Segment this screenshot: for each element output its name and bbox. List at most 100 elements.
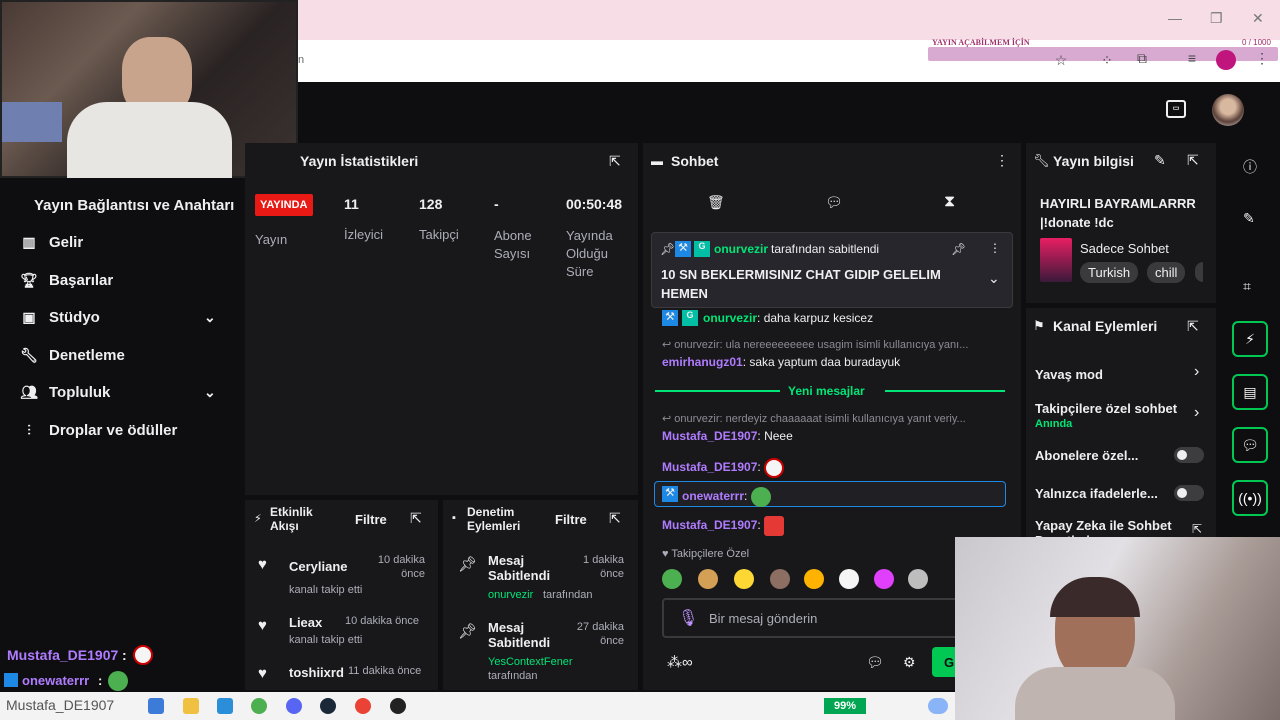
mod-action-by[interactable]: onurvezir [488,589,533,601]
category-name[interactable]: Sadece Sohbet [1080,241,1169,256]
chat-username[interactable]: Mustafa_DE1907 [662,429,757,443]
event-user[interactable]: Ceryliane [289,559,348,574]
bookmark-star-icon[interactable]: ☆ [1052,52,1070,70]
taskbar-app-icon[interactable] [148,698,164,714]
chat-username[interactable]: onurvezir [703,311,757,325]
uptime-value: 00:50:48 [566,196,623,212]
face-emote-icon[interactable] [770,569,790,589]
revenue-icon: ▥ [22,233,36,250]
chat-bubble-icon[interactable]: 💬︎ [866,654,884,671]
tag-chip-overflow [1195,262,1203,282]
tag-chip[interactable]: Turkish [1080,262,1139,283]
event-user[interactable]: Lieax [289,615,322,630]
frog-emote-icon [750,487,771,507]
sidebar-item-community[interactable]: 👥︎ Topluluk ⌄ [18,378,228,406]
popout-icon[interactable]: ⇱ [609,510,621,527]
quick-action-chat-icon[interactable]: 💬︎ [1232,427,1268,463]
panda-emote-icon[interactable] [839,569,859,589]
close-icon[interactable]: ✕ [1252,10,1264,27]
sidebar-item-studio[interactable]: ▣ Stüdyo ⌄ [18,303,228,331]
google-icon[interactable] [355,698,371,714]
chat-username[interactable]: emirhanugz01 [662,355,743,369]
moderation-title: Denetim Eylemleri [467,505,521,533]
file-explorer-icon[interactable] [183,698,199,714]
sidebar-item-revenue[interactable]: ▥ Gelir [18,228,83,256]
popout-icon[interactable]: ⇱ [1187,152,1199,169]
mod-action-by[interactable]: YesContextFener [488,656,573,668]
mod-action-suffix: tarafından [488,670,538,682]
obs-icon[interactable] [390,698,406,714]
info-icon[interactable]: ⓘ [1243,157,1257,177]
chevron-right-icon[interactable]: › [1194,404,1199,422]
popout-icon[interactable]: ⇱ [1192,522,1202,536]
discord-icon[interactable] [286,698,302,714]
butterfly-emote-icon[interactable] [874,569,894,589]
subs-only-label: Abonelere özel... [1035,448,1139,463]
chevron-down-icon[interactable]: ⌄ [988,270,1000,287]
cat-emote-icon[interactable] [908,569,928,589]
emote-only-toggle[interactable] [1174,485,1204,501]
event-user[interactable]: toshiixrd [289,665,344,680]
activity-filter-button[interactable]: Filtre [355,512,387,527]
quick-action-notes-icon[interactable]: ▤ [1232,374,1268,410]
weather-icon[interactable] [928,698,948,714]
chat-settings-icon[interactable]: ⋮ [995,152,1009,169]
chat-message: Mustafa_DE1907: [662,516,785,536]
chat-username[interactable]: Mustafa_DE1907 [662,460,757,474]
pinned-more-icon[interactable]: ⋮ [989,241,1001,255]
channel-points-icon[interactable]: ⁂∞ [667,653,693,671]
minimize-icon[interactable]: — [1168,10,1182,26]
event-desc: kanalı takip etti [289,584,363,596]
edit-pencil-icon[interactable]: ✎ [1154,152,1166,169]
subs-only-toggle[interactable] [1174,447,1204,463]
playlist-icon[interactable]: ≡ [1183,50,1201,68]
pinned-by-user[interactable]: onurvezir [714,242,768,256]
sidebar-item-moderation[interactable]: 🔧︎ Denetleme [18,341,125,369]
maximize-icon[interactable]: ❐ [1210,10,1223,27]
quick-action-lightning-icon[interactable]: ⚡︎ [1232,321,1268,357]
monkey-emote-icon[interactable] [698,569,718,589]
steam-icon[interactable] [320,698,336,714]
pin-toggle-icon[interactable]: 📌︎ [951,242,966,256]
video-producer-icon[interactable]: ▭ [1166,100,1186,118]
event-time: 10 dakika önce [345,615,419,627]
chat-username[interactable]: onewaterrr [682,489,744,503]
frog-emote-icon[interactable] [662,569,682,589]
tag-chip[interactable]: chill [1147,262,1186,283]
sidebar-item-drops[interactable]: ⫶ Droplar ve ödüller [18,416,177,444]
popout-icon[interactable]: ⇱ [410,510,422,527]
chat-username[interactable]: Mustafa_DE1907 [662,518,757,532]
duck-emote-icon[interactable] [734,569,754,589]
edit-pencil-icon[interactable]: ✎ [1243,210,1255,227]
user-avatar[interactable] [1212,94,1244,126]
hs-emote-icon[interactable] [804,569,824,589]
taskbar-ghost-text: Mustafa_DE1907 [6,697,115,713]
mail-icon[interactable] [217,698,233,714]
popout-icon[interactable]: ⇱ [609,153,621,170]
gear-icon[interactable]: ⚙ [903,654,916,671]
chat-message: emirhanugz01: saka yaptum daa buradayuk [662,355,901,369]
mod-action-suffix: tarafından [543,589,593,601]
sidebar-item-stream-key[interactable]: Yayın Bağlantısı ve Anahtarı [34,191,234,219]
ai-moderation-label[interactable]: Yapay Zeka ile Sohbet Denetimi [1035,518,1185,538]
clip-icon[interactable]: ⌗ [1243,278,1251,295]
share-icon[interactable]: ⧉ [1133,50,1151,68]
clear-chat-icon[interactable]: 🗑︎ [707,194,725,211]
popout-icon[interactable]: ⇱ [1187,318,1199,335]
moderation-filter-button[interactable]: Filtre [555,512,587,527]
extensions-icon[interactable]: ⁘ [1098,52,1116,70]
microphone-icon[interactable]: 🎙︎ [678,608,698,628]
heart-icon: ♥ [258,665,267,682]
followers-only-label[interactable]: Takipçilere özel sohbet [1035,401,1185,416]
sidebar-item-achievements[interactable]: 🏆︎ Başarılar [18,266,113,294]
quick-action-broadcast-icon[interactable]: ((•)) [1232,480,1268,516]
menu-icon[interactable]: ⋮ [1253,50,1271,68]
profile-avatar-icon[interactable] [1216,50,1236,70]
hourglass-icon[interactable]: ⧗ [944,193,955,211]
heart-icon: ♥ [258,617,267,634]
chrome-icon[interactable] [251,698,267,714]
followers-only-emotes-label: ♥ Takipçilere Özel [662,548,750,560]
slow-mode-label[interactable]: Yavaş mod [1035,367,1103,382]
chat-messages-icon[interactable]: 💬︎ [825,194,843,211]
chevron-right-icon[interactable]: › [1194,363,1199,381]
